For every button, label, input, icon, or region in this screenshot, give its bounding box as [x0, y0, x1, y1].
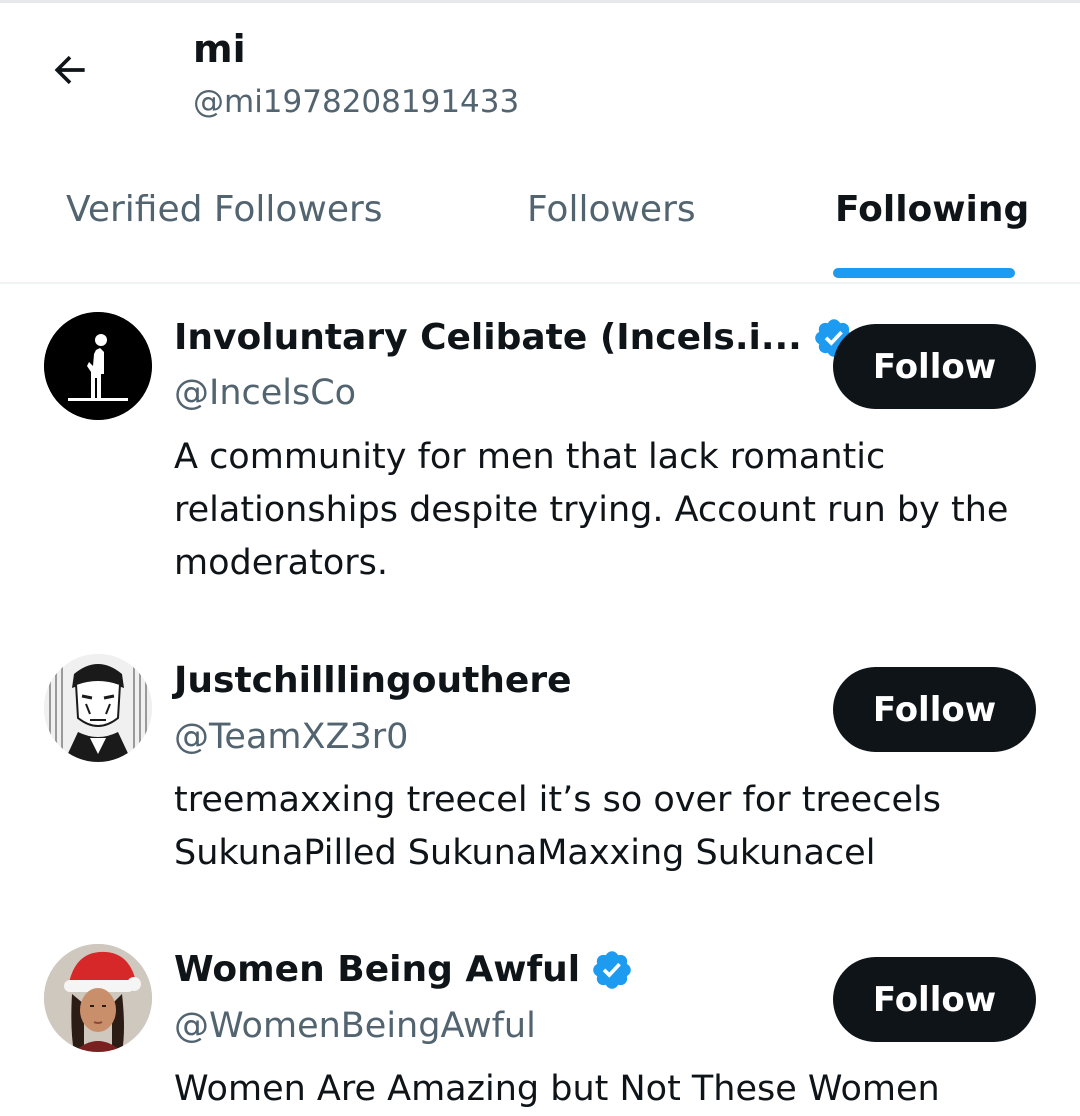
back-button[interactable] [38, 40, 102, 104]
user-cell[interactable]: Women Being Awful @WomenBeingAwful Women… [0, 930, 1080, 1109]
user-cell[interactable]: Involuntary Celibate (Incels.i... @Incel… [0, 300, 1080, 620]
user-bio: A community for men that lack romantic r… [174, 437, 1009, 583]
avatar[interactable] [44, 944, 152, 1052]
arrow-left-icon [48, 48, 92, 96]
follow-button[interactable]: Follow [833, 324, 1036, 409]
tabs-divider [0, 282, 1080, 284]
tab-following[interactable]: Following [760, 150, 1080, 282]
user-bio: treemaxxing treecel it’s so over for tre… [174, 780, 941, 873]
tab-label: Following [835, 189, 1030, 230]
user-name: Justchilllingouthere [174, 660, 572, 701]
top-edge-line [0, 0, 1080, 3]
user-bio: Women Are Amazing but Not These Women [174, 1069, 940, 1109]
user-handle: @TeamXZ3r0 [174, 717, 409, 757]
user-name-line: Justchilllingouthere [174, 656, 572, 706]
user-name-line: Women Being Awful [174, 945, 634, 995]
verified-badge-icon [590, 948, 634, 992]
tab-label: Verified Followers [66, 189, 383, 230]
tab-bar: Verified Followers Followers Following [0, 150, 1080, 282]
follow-button[interactable]: Follow [833, 957, 1036, 1042]
user-name: Women Being Awful [174, 949, 581, 990]
profile-name: mi [193, 27, 246, 71]
standing-figure-icon [44, 312, 152, 420]
user-name-line: Involuntary Celibate (Incels.i... [174, 313, 856, 363]
anime-character-avatar [44, 654, 152, 762]
follow-button[interactable]: Follow [833, 667, 1036, 752]
tab-verified-followers[interactable]: Verified Followers [0, 150, 460, 282]
active-tab-indicator [833, 268, 1015, 278]
tab-label: Followers [527, 189, 696, 230]
tab-followers[interactable]: Followers [460, 150, 760, 282]
profile-handle: @mi1978208191433 [193, 84, 520, 120]
user-name: Involuntary Celibate (Incels.i... [174, 317, 802, 358]
person-santa-hat-avatar [44, 944, 152, 1052]
user-cell[interactable]: Justchilllingouthere @TeamXZ3r0 treemaxx… [0, 640, 1080, 920]
avatar[interactable] [44, 654, 152, 762]
user-handle: @IncelsCo [174, 373, 357, 413]
user-handle: @WomenBeingAwful [174, 1006, 536, 1046]
avatar[interactable] [44, 312, 152, 420]
